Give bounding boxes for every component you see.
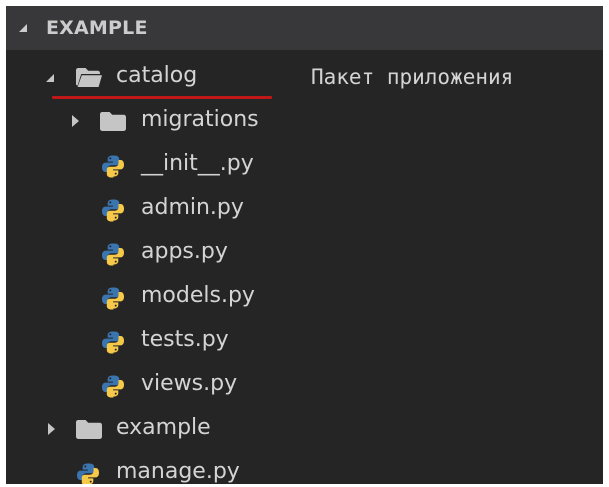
- tree-item-label: tests.py: [141, 327, 229, 352]
- python-file-icon: [101, 286, 125, 310]
- chevron-right-icon: [48, 423, 55, 435]
- explorer-panel: EXAMPLE catalog Пакет приложения migrati…: [6, 6, 603, 484]
- tree-item-label: __init__.py: [141, 151, 254, 176]
- folder-icon: [76, 420, 102, 439]
- python-file-icon: [101, 374, 125, 398]
- python-file-icon: [101, 198, 125, 222]
- tree-item-models-py[interactable]: models.py: [6, 275, 603, 319]
- tree-item-label: manage.py: [116, 459, 240, 484]
- annotation-text: Пакет приложения: [311, 65, 514, 89]
- tree-item-label: admin.py: [141, 195, 244, 220]
- chevron-down-icon: [46, 74, 54, 82]
- folder-icon: [100, 112, 126, 131]
- chevron-right-icon: [72, 115, 79, 127]
- section-title: EXAMPLE: [46, 17, 148, 39]
- tree-item-migrations[interactable]: migrations: [6, 99, 603, 143]
- tree-item-init-py[interactable]: __init__.py: [6, 143, 603, 187]
- tree-item-label: apps.py: [141, 239, 228, 264]
- tree-item-apps-py[interactable]: apps.py: [6, 231, 603, 275]
- chevron-down-icon: [19, 24, 27, 32]
- tree-item-label: migrations: [141, 107, 259, 132]
- tree-item-catalog[interactable]: catalog: [6, 55, 603, 99]
- explorer-section-header[interactable]: EXAMPLE: [6, 6, 603, 50]
- tree-item-label: example: [116, 415, 211, 440]
- tree-item-admin-py[interactable]: admin.py: [6, 187, 603, 231]
- python-file-icon: [101, 154, 125, 178]
- tree-item-tests-py[interactable]: tests.py: [6, 319, 603, 363]
- tree-item-label: models.py: [141, 283, 255, 308]
- python-file-icon: [101, 242, 125, 266]
- python-file-icon: [101, 330, 125, 354]
- tree-item-manage-py[interactable]: manage.py: [6, 451, 603, 484]
- tree-item-example[interactable]: example: [6, 407, 603, 451]
- python-file-icon: [76, 462, 100, 484]
- tree-item-label: views.py: [141, 371, 238, 396]
- tree-item-label: catalog: [116, 63, 198, 88]
- tree-item-views-py[interactable]: views.py: [6, 363, 603, 407]
- folder-open-icon: [76, 68, 102, 87]
